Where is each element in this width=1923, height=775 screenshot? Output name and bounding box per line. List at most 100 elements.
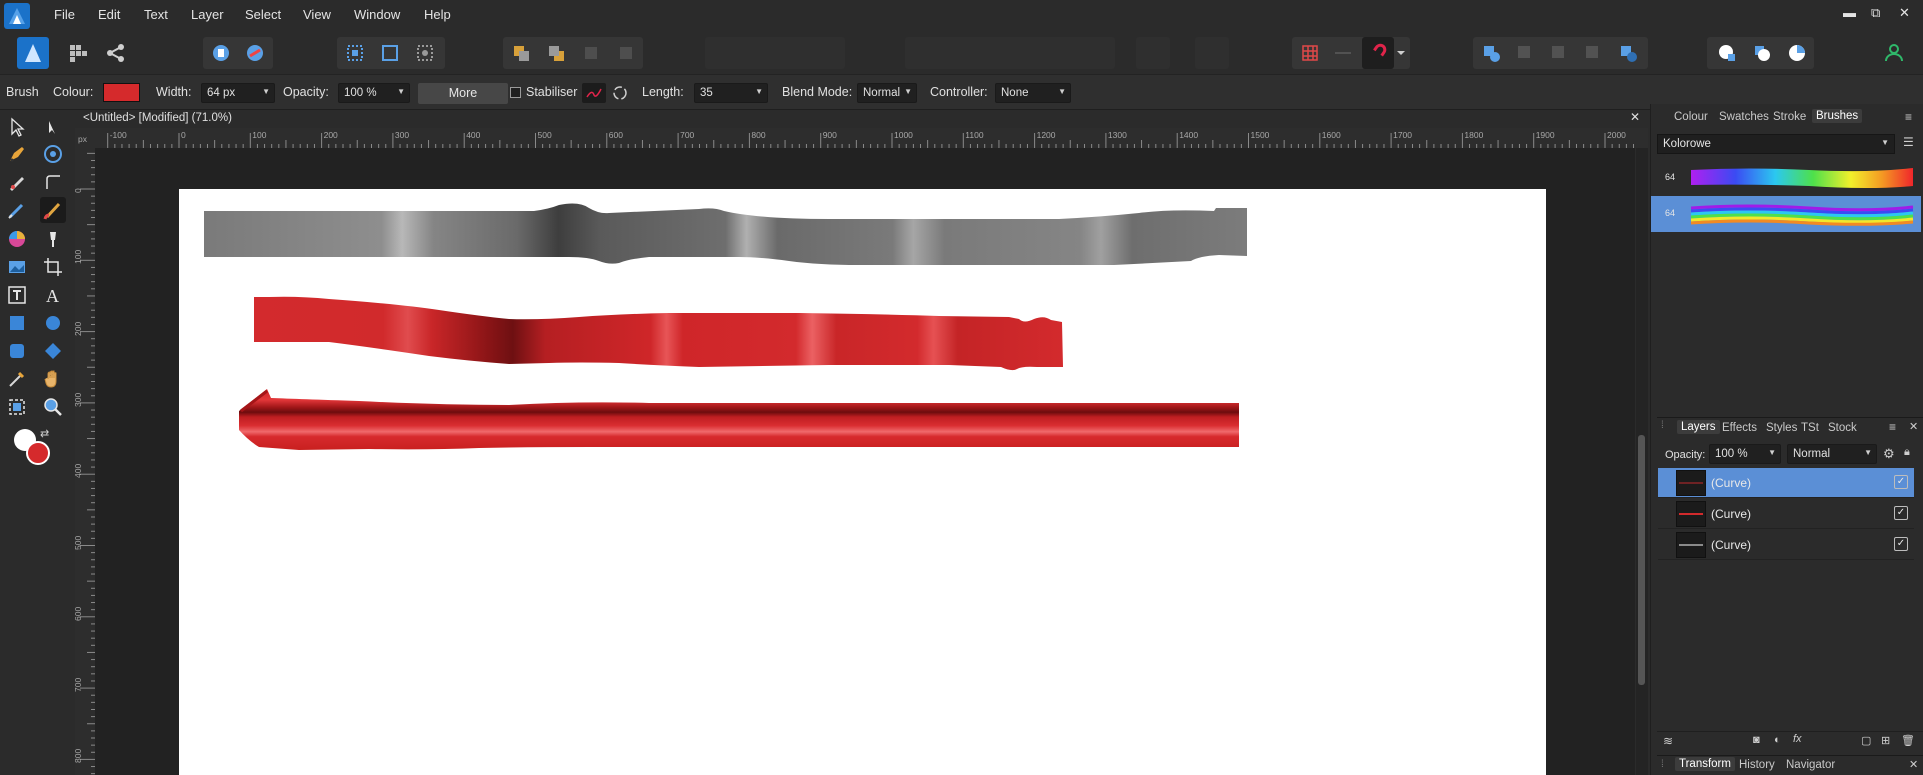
layer-visibility-checkbox[interactable]: ✓ <box>1894 537 1908 551</box>
view-tool-icon[interactable] <box>40 366 66 392</box>
subtract-boolean-icon[interactable] <box>1509 37 1541 69</box>
forward-one-icon[interactable] <box>540 37 572 69</box>
node-tool-icon[interactable] <box>40 114 66 140</box>
snapping-magnet-icon[interactable] <box>1362 37 1394 69</box>
document-setup-icon[interactable] <box>205 37 237 69</box>
menu-edit[interactable]: Edit <box>98 7 120 22</box>
brush-category-dropdown[interactable]: Kolorowe ▼ <box>1657 134 1895 154</box>
layer-visibility-checkbox[interactable]: ✓ <box>1894 475 1908 489</box>
slice-tool-icon[interactable] <box>4 394 30 420</box>
to-front-icon[interactable] <box>610 37 642 69</box>
tab-stock[interactable]: Stock <box>1828 422 1857 434</box>
guides-icon[interactable] <box>1327 37 1359 69</box>
menu-view[interactable]: View <box>303 7 331 22</box>
stabiliser-checkbox[interactable] <box>510 87 521 98</box>
intersect-boolean-icon[interactable] <box>1543 37 1575 69</box>
diamond-tool-icon[interactable] <box>40 338 66 364</box>
place-image-tool-icon[interactable] <box>4 254 30 280</box>
layer-row[interactable]: (Curve) ✓ <box>1658 468 1914 498</box>
artistic-text-tool-icon[interactable]: A <box>40 282 66 308</box>
colour-selector[interactable]: ⇄ <box>12 427 52 467</box>
pencil-tool-icon[interactable] <box>4 169 30 195</box>
divide-boolean-icon[interactable] <box>1612 37 1644 69</box>
width-field[interactable]: 64 px ▼ <box>201 83 275 103</box>
tab-brushes[interactable]: Brushes <box>1812 109 1863 123</box>
tab-transform[interactable]: Transform <box>1675 757 1735 771</box>
layers-menu-icon[interactable]: ≡ <box>1889 420 1896 434</box>
crop-tool-icon[interactable] <box>40 254 66 280</box>
red-tube-brush-stroke[interactable] <box>239 389 1239 450</box>
window-mode-icon[interactable] <box>608 83 632 103</box>
grid-icon[interactable] <box>1294 37 1326 69</box>
isolate-icon[interactable] <box>374 37 406 69</box>
frame-text-tool-icon[interactable] <box>4 282 30 308</box>
layer-row[interactable]: (Curve) ✓ <box>1658 530 1914 560</box>
panel-menu-icon[interactable]: ≡ <box>1905 110 1912 124</box>
contour-tool-icon[interactable] <box>40 141 66 167</box>
rounded-rectangle-tool-icon[interactable] <box>4 338 30 364</box>
red-brush-stroke[interactable] <box>254 296 1063 371</box>
transparency-tool-icon[interactable] <box>40 226 66 252</box>
transform-origin-icon[interactable] <box>339 37 371 69</box>
more-button[interactable]: More <box>418 83 508 104</box>
rectangle-tool-icon[interactable] <box>4 310 30 336</box>
length-field[interactable]: 35 ▼ <box>694 83 768 103</box>
layer-row[interactable]: (Curve) ✓ <box>1658 499 1914 529</box>
restore-button[interactable]: ⧉ <box>1871 5 1880 21</box>
menu-window[interactable]: Window <box>354 7 400 22</box>
panel-grip-icon[interactable]: ⁞ <box>1661 759 1664 770</box>
minimize-button[interactable]: ▬ <box>1843 5 1856 20</box>
layer-visibility-checkbox[interactable]: ✓ <box>1894 506 1908 520</box>
close-panel-icon[interactable]: ✕ <box>1909 420 1918 433</box>
controller-dropdown[interactable]: None ▼ <box>995 83 1071 103</box>
pixel-persona-icon[interactable] <box>62 37 94 69</box>
ruler-horizontal[interactable] <box>75 128 1648 148</box>
layer-blend-dropdown[interactable]: Normal ▼ <box>1787 444 1877 464</box>
move-tool-icon[interactable] <box>4 114 30 140</box>
tab-styles[interactable]: Styles <box>1766 422 1797 434</box>
menu-select[interactable]: Select <box>245 7 281 22</box>
brush-list-menu-icon[interactable]: ☰ <box>1903 135 1914 149</box>
snapping-dropdown-icon[interactable] <box>1394 37 1408 69</box>
adjustment-layer-icon[interactable]: ◐ <box>1774 734 1781 746</box>
document-tab[interactable] <box>75 110 1648 128</box>
designer-persona-icon[interactable] <box>17 37 49 69</box>
tab-swatches[interactable]: Swatches <box>1719 111 1769 123</box>
insert-inside-icon[interactable] <box>1711 37 1743 69</box>
lock-icon[interactable]: 🔒︎ <box>1904 446 1910 459</box>
tab-tst[interactable]: TSt <box>1801 422 1819 434</box>
colour-swatch[interactable] <box>103 83 140 102</box>
assistant-icon[interactable] <box>239 37 271 69</box>
delete-layer-icon[interactable]: 🗑︎ <box>1901 734 1915 747</box>
zoom-tool-icon[interactable] <box>40 394 66 420</box>
brush-item-rainbow-stripes[interactable]: 64 <box>1651 196 1921 232</box>
gray-brush-stroke[interactable] <box>204 203 1247 265</box>
corner-tool-icon[interactable] <box>40 169 66 195</box>
ellipse-tool-icon[interactable] <box>40 310 66 336</box>
swap-colours-icon[interactable]: ⇄ <box>40 427 49 440</box>
account-icon[interactable] <box>1878 37 1910 69</box>
tab-stroke[interactable]: Stroke <box>1773 111 1806 123</box>
primary-colour-swatch[interactable] <box>26 441 50 465</box>
color-picker-tool-icon[interactable] <box>4 366 30 392</box>
paint-brush-tool-icon[interactable] <box>40 197 66 223</box>
close-button[interactable]: ✕ <box>1899 5 1910 21</box>
mask-layer-icon[interactable]: ◙ <box>1753 734 1760 746</box>
back-one-icon[interactable] <box>505 37 537 69</box>
to-back-icon[interactable] <box>575 37 607 69</box>
rope-mode-icon[interactable] <box>582 83 606 103</box>
tab-effects[interactable]: Effects <box>1722 422 1757 434</box>
export-persona-icon[interactable] <box>100 37 132 69</box>
vertical-scrollbar-thumb[interactable] <box>1638 435 1645 685</box>
menu-file[interactable]: File <box>54 7 75 22</box>
group-layers-icon[interactable]: ⊞ <box>1881 734 1890 747</box>
blend-mode-dropdown[interactable]: Normal ▼ <box>857 83 917 103</box>
tab-layers[interactable]: Layers <box>1677 420 1720 434</box>
tab-colour[interactable]: Colour <box>1674 111 1708 123</box>
pen-tool-icon[interactable] <box>4 141 30 167</box>
menu-text[interactable]: Text <box>144 7 168 22</box>
artboard[interactable] <box>179 189 1546 775</box>
gear-icon[interactable]: ⚙ <box>1883 446 1895 462</box>
layers-stack-icon[interactable]: ≋ <box>1663 734 1673 748</box>
opacity-field[interactable]: 100 % ▼ <box>338 83 410 103</box>
